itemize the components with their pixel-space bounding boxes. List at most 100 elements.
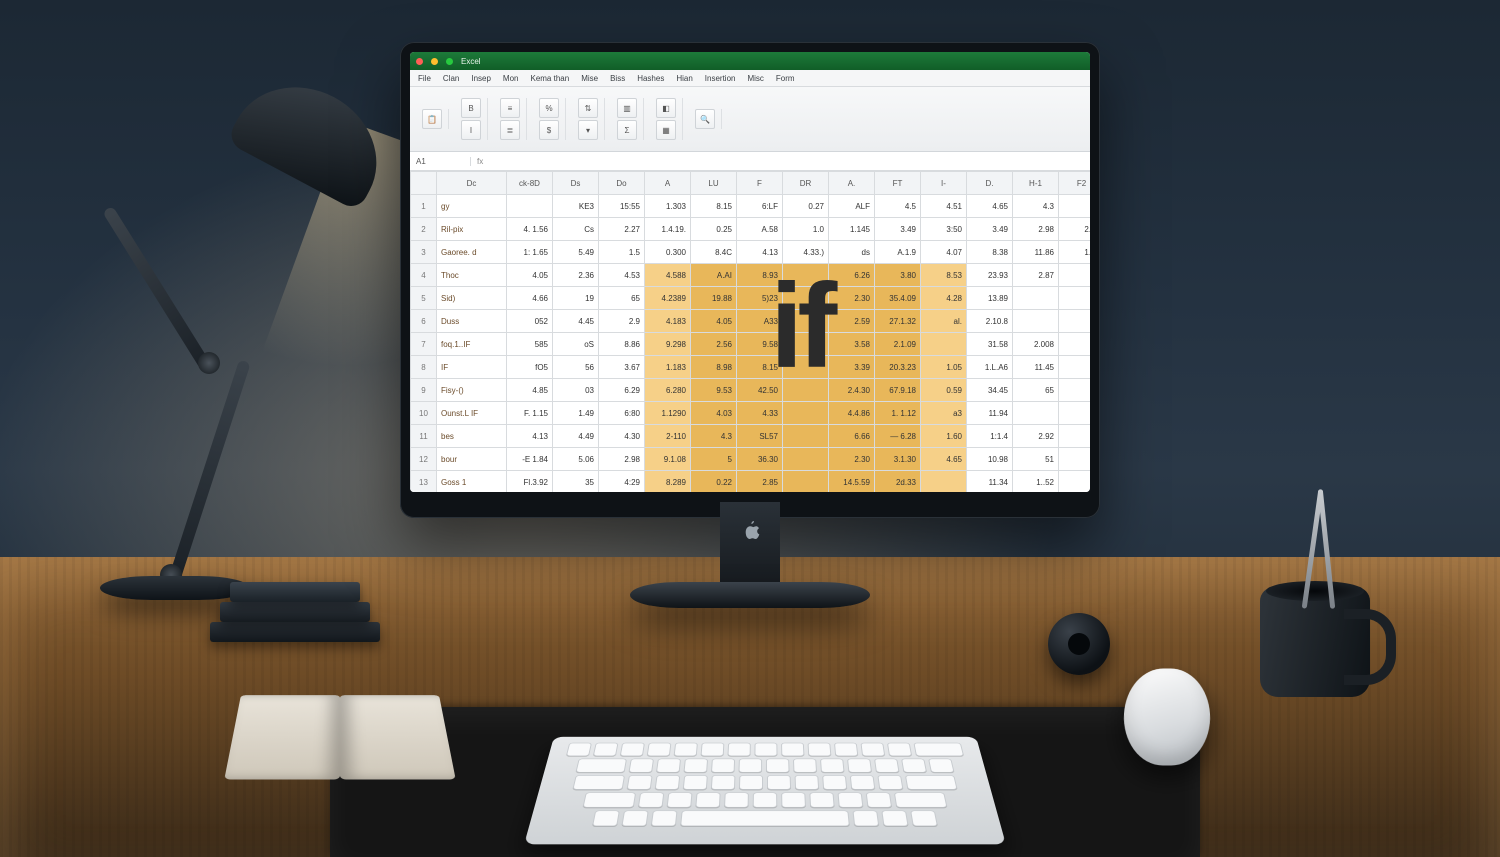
data-cell[interactable]: 6.26 bbox=[829, 264, 875, 287]
data-cell[interactable] bbox=[1013, 402, 1059, 425]
data-cell[interactable] bbox=[1059, 264, 1091, 287]
data-cell[interactable]: 9.298 bbox=[645, 333, 691, 356]
data-cell[interactable]: 3.67 bbox=[599, 356, 645, 379]
menu-bar[interactable]: File Clan Insep Mon Kema than Mise Biss … bbox=[410, 70, 1090, 87]
row-header[interactable]: 3 bbox=[411, 241, 437, 264]
column-header[interactable]: ck-8D bbox=[507, 172, 553, 195]
data-cell[interactable]: 35 bbox=[553, 471, 599, 493]
data-cell[interactable]: 6:LF bbox=[737, 195, 783, 218]
row-header[interactable]: 8 bbox=[411, 356, 437, 379]
data-cell[interactable]: 4. 1.56 bbox=[507, 218, 553, 241]
row-header[interactable]: 1 bbox=[411, 195, 437, 218]
data-cell[interactable]: 4.85 bbox=[507, 379, 553, 402]
data-cell[interactable]: 6.29 bbox=[599, 379, 645, 402]
data-cell[interactable]: 4.33.) bbox=[783, 241, 829, 264]
data-cell[interactable]: 2.10.8 bbox=[967, 310, 1013, 333]
data-cell[interactable]: 5.49 bbox=[553, 241, 599, 264]
data-cell[interactable]: 4.5 bbox=[875, 195, 921, 218]
data-cell[interactable]: 8.4C bbox=[691, 241, 737, 264]
column-header[interactable]: A bbox=[645, 172, 691, 195]
chart-icon[interactable]: ▥ bbox=[617, 98, 637, 118]
data-cell[interactable]: 4.05 bbox=[691, 310, 737, 333]
column-header[interactable]: A. bbox=[829, 172, 875, 195]
traffic-light-close-icon[interactable] bbox=[416, 58, 423, 65]
row-header[interactable]: 9 bbox=[411, 379, 437, 402]
data-cell[interactable]: 2.92 bbox=[1013, 425, 1059, 448]
data-cell[interactable]: 2.87 bbox=[1013, 264, 1059, 287]
row-label-cell[interactable]: gy bbox=[437, 195, 507, 218]
data-cell[interactable]: 2.30 bbox=[829, 448, 875, 471]
data-cell[interactable]: ALF bbox=[829, 195, 875, 218]
data-cell[interactable]: 2.98 bbox=[599, 448, 645, 471]
currency-icon[interactable]: $ bbox=[539, 120, 559, 140]
column-header[interactable]: Do bbox=[599, 172, 645, 195]
data-cell[interactable]: F. 1.15 bbox=[507, 402, 553, 425]
traffic-light-min-icon[interactable] bbox=[431, 58, 438, 65]
data-cell[interactable]: 4.45 bbox=[553, 310, 599, 333]
menu-item[interactable]: Biss bbox=[610, 74, 625, 83]
data-cell[interactable]: 1.183 bbox=[645, 356, 691, 379]
data-cell[interactable]: 4.03 bbox=[691, 402, 737, 425]
data-cell[interactable]: 4.53 bbox=[599, 264, 645, 287]
data-cell[interactable]: 4:29 bbox=[599, 471, 645, 493]
row-header[interactable]: 11 bbox=[411, 425, 437, 448]
border-icon[interactable]: ▦ bbox=[656, 120, 676, 140]
menu-item[interactable]: Clan bbox=[443, 74, 459, 83]
column-header[interactable]: F bbox=[737, 172, 783, 195]
fill-icon[interactable]: ◧ bbox=[656, 98, 676, 118]
data-cell[interactable]: 19.88 bbox=[691, 287, 737, 310]
menu-item[interactable]: Hian bbox=[676, 74, 692, 83]
row-header[interactable]: 7 bbox=[411, 333, 437, 356]
row-label-cell[interactable]: Fisy-() bbox=[437, 379, 507, 402]
data-cell[interactable]: 19 bbox=[553, 287, 599, 310]
data-cell[interactable]: 8.86 bbox=[599, 333, 645, 356]
data-cell[interactable]: 8.289 bbox=[645, 471, 691, 493]
data-cell[interactable] bbox=[1059, 333, 1091, 356]
data-cell[interactable]: 2.59 bbox=[829, 310, 875, 333]
data-cell[interactable]: 3.39 bbox=[829, 356, 875, 379]
data-cell[interactable] bbox=[783, 310, 829, 333]
row-header[interactable]: 13 bbox=[411, 471, 437, 493]
data-cell[interactable] bbox=[783, 333, 829, 356]
data-cell[interactable]: 1: 1.65 bbox=[507, 241, 553, 264]
data-cell[interactable]: ds bbox=[829, 241, 875, 264]
row-header[interactable]: 2 bbox=[411, 218, 437, 241]
data-cell[interactable]: 65 bbox=[599, 287, 645, 310]
data-cell[interactable]: 0.22 bbox=[691, 471, 737, 493]
menu-item[interactable]: Insertion bbox=[705, 74, 736, 83]
data-cell[interactable]: 4.30 bbox=[599, 425, 645, 448]
column-header[interactable]: F2 bbox=[1059, 172, 1091, 195]
data-cell[interactable]: 11.94 bbox=[967, 402, 1013, 425]
data-cell[interactable]: 1.0 bbox=[783, 218, 829, 241]
data-cell[interactable]: 03 bbox=[553, 379, 599, 402]
data-cell[interactable]: 2-110 bbox=[645, 425, 691, 448]
sum-icon[interactable]: Σ bbox=[617, 120, 637, 140]
data-cell[interactable]: A33 bbox=[737, 310, 783, 333]
percent-icon[interactable]: % bbox=[539, 98, 559, 118]
data-cell[interactable] bbox=[1059, 356, 1091, 379]
data-cell[interactable]: 4.28 bbox=[921, 287, 967, 310]
menu-item[interactable]: Form bbox=[776, 74, 795, 83]
data-cell[interactable]: 11.45 bbox=[1013, 356, 1059, 379]
data-cell[interactable]: al. bbox=[921, 310, 967, 333]
data-cell[interactable]: 15:55 bbox=[599, 195, 645, 218]
menu-item[interactable]: Mise bbox=[581, 74, 598, 83]
data-cell[interactable]: 5)23 bbox=[737, 287, 783, 310]
column-header[interactable]: D. bbox=[967, 172, 1013, 195]
data-cell[interactable]: 1.60 bbox=[921, 425, 967, 448]
align-left-icon[interactable]: ≡ bbox=[500, 98, 520, 118]
data-cell[interactable]: Fl.3.92 bbox=[507, 471, 553, 493]
row-label-cell[interactable]: foq.1..IF bbox=[437, 333, 507, 356]
data-cell[interactable]: 052 bbox=[507, 310, 553, 333]
data-cell[interactable]: 2.4.30 bbox=[829, 379, 875, 402]
data-cell[interactable]: 1.145 bbox=[829, 218, 875, 241]
data-cell[interactable]: 10.98 bbox=[967, 448, 1013, 471]
data-cell[interactable]: 1. 1.12 bbox=[875, 402, 921, 425]
data-cell[interactable]: 1.1290 bbox=[645, 402, 691, 425]
data-cell[interactable]: 4.51 bbox=[921, 195, 967, 218]
data-cell[interactable]: 1.23 bbox=[1059, 241, 1091, 264]
data-cell[interactable]: fO5 bbox=[507, 356, 553, 379]
data-cell[interactable]: 14.5.59 bbox=[829, 471, 875, 493]
data-cell[interactable]: 5 bbox=[691, 448, 737, 471]
data-cell[interactable]: 36.30 bbox=[737, 448, 783, 471]
